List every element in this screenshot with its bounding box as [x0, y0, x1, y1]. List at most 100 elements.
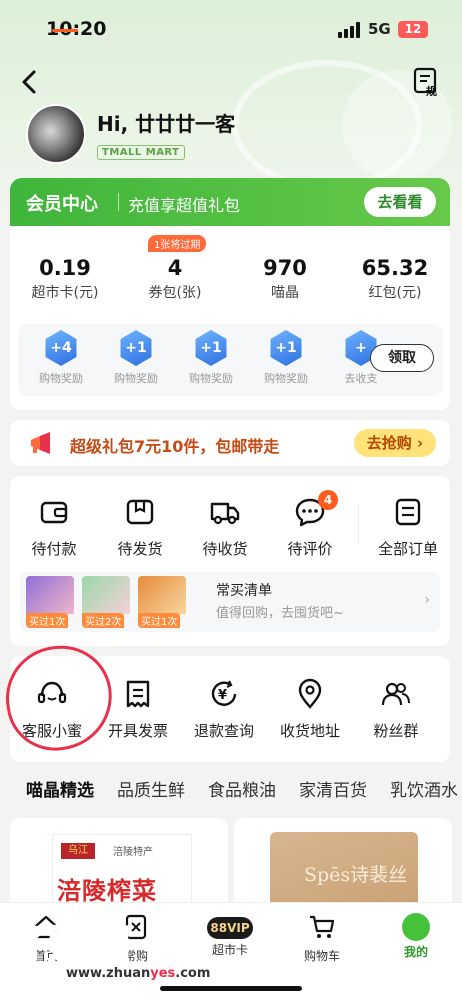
stat-label: 超市卡(元) [31, 285, 99, 301]
reward-hexagon-icon: +1 [120, 330, 152, 366]
back-button[interactable] [18, 68, 42, 96]
frequent-buy-title: 常买清单 [216, 583, 272, 599]
nav-label: 超市卡 [211, 943, 248, 957]
service-customer-support[interactable]: 客服小蜜 [10, 678, 94, 741]
service-label: 开具发票 [107, 722, 168, 740]
grab-deal-button[interactable]: 去抢购 › [354, 429, 436, 457]
invoice-icon [126, 680, 150, 708]
divider [358, 504, 359, 544]
service-label: 收货地址 [279, 722, 340, 740]
product-name: 涪陵榨菜 [57, 877, 157, 905]
watermark-url: www.zhuanyes.com [66, 966, 211, 981]
tab-dairy-drinks[interactable]: 乳饮酒水 [390, 776, 458, 801]
order-pending-payment[interactable]: 待付款 [14, 496, 94, 559]
stat-red-packet[interactable]: 65.32 红包(元) [340, 256, 450, 302]
88vip-badge: 88VIP [207, 917, 253, 939]
tab-fresh[interactable]: 品质生鲜 [117, 776, 185, 801]
group-icon [381, 682, 410, 706]
claim-rewards-button[interactable]: 领取 [370, 344, 434, 372]
service-label: 退款查询 [193, 722, 254, 740]
expiring-coupon-tag: 1张将过期 [148, 235, 207, 252]
avatar[interactable] [26, 104, 86, 164]
stat-value: 65.32 [361, 256, 429, 280]
reward-label: 购物奖励 [264, 372, 308, 385]
cart-icon [310, 915, 335, 938]
product-thumbnail: 买过2次 [82, 576, 130, 628]
divider [118, 193, 119, 211]
megaphone-icon [31, 432, 50, 454]
reward-label: 购物奖励 [114, 372, 158, 385]
reward-item[interactable]: +1 购物奖励 [176, 330, 246, 386]
service-label: 客服小蜜 [21, 722, 82, 740]
assets-card: 1张将过期 0.19 超市卡(元) 4 券包(张) 970 喵晶 65.32 红… [10, 226, 450, 410]
stat-value: 0.19 [39, 256, 91, 280]
product-spec: 涪陵特产 [113, 847, 153, 858]
watermark-logo: 好赚网 [5, 920, 132, 969]
reward-label: 购物奖励 [189, 372, 233, 385]
rules-icon: 规 [413, 67, 437, 98]
frequent-buy-list[interactable]: 买过1次 买过2次 买过1次 常买清单 值得回购，去囤货吧~ › [20, 572, 440, 632]
service-invoice[interactable]: 开具发票 [96, 678, 180, 741]
stat-label: 券包(张) [148, 285, 202, 301]
bought-count: 买过1次 [138, 613, 181, 628]
service-shipping-address[interactable]: 收货地址 [268, 678, 352, 741]
bought-count: 买过2次 [82, 613, 125, 628]
product-brand: 乌江 [61, 843, 95, 859]
stat-coupon-pack[interactable]: 4 券包(张) [120, 256, 230, 302]
order-pending-review[interactable]: 4 待评价 [270, 490, 350, 559]
list-icon [395, 498, 421, 526]
stat-value: 970 [263, 256, 307, 280]
shopping-rewards-row: +4 购物奖励 +1 购物奖励 +1 购物奖励 +1 购物奖励 + 去收支 领取 [18, 324, 442, 396]
svg-text:规: 规 [426, 84, 437, 96]
order-label: 待评价 [287, 540, 333, 558]
nav-label: 我的 [403, 945, 428, 959]
location-icon [298, 678, 322, 709]
member-center-bar[interactable]: 会员中心 充值享超值礼包 去看看 [10, 178, 450, 226]
order-label: 待付款 [31, 540, 77, 558]
reward-hexagon-icon: +4 [45, 330, 77, 366]
reward-hexagon-icon: +1 [270, 330, 302, 366]
reward-item[interactable]: +1 购物奖励 [101, 330, 171, 386]
me-icon [402, 913, 430, 941]
product-thumbnail: 买过1次 [138, 576, 186, 628]
tab-grain-oil[interactable]: 食品粮油 [208, 776, 276, 801]
tmall-mart-badge: TMALL MART [97, 145, 185, 160]
wallet-icon [40, 501, 68, 524]
battery-icon: 12 [398, 21, 428, 38]
view-member-button[interactable]: 去看看 [364, 187, 436, 217]
svg-text:¥: ¥ [218, 688, 227, 703]
product-thumbnail: 买过1次 [26, 576, 74, 628]
service-label: 粉丝群 [373, 722, 419, 740]
nav-me[interactable]: 我的 [376, 913, 456, 960]
order-pending-shipment[interactable]: 待发货 [100, 496, 180, 559]
customer-service-icon [37, 681, 67, 704]
nav-supermarket-card[interactable]: 88VIP 超市卡 [190, 913, 270, 958]
tab-household[interactable]: 家清百货 [299, 776, 367, 801]
rules-button[interactable]: 规 [412, 66, 442, 98]
order-pending-receipt[interactable]: 待收货 [185, 496, 265, 559]
service-refund-query[interactable]: ¥ 退款查询 [182, 678, 266, 741]
service-fan-group[interactable]: 粉丝群 [354, 678, 438, 741]
reward-item[interactable]: +4 购物奖励 [26, 330, 96, 386]
category-tabs: 喵晶精选 品质生鲜 食品粮油 家清百货 乳饮酒水 [0, 776, 462, 806]
stat-miao-crystal[interactable]: 970 喵晶 [230, 256, 340, 302]
member-center-subtitle: 充值享超值礼包 [128, 196, 241, 215]
order-all[interactable]: 全部订单 [368, 496, 448, 559]
order-label: 全部订单 [377, 540, 438, 558]
tab-miao-crystal-picks[interactable]: 喵晶精选 [26, 776, 94, 801]
promo-text: 超级礼包7元10件，包邮带走 [70, 437, 280, 456]
refund-icon: ¥ [211, 680, 237, 706]
home-indicator [160, 986, 302, 991]
stat-label: 红包(元) [368, 285, 422, 301]
unreviewed-count-badge: 4 [318, 490, 338, 510]
member-center-title: 会员中心 [26, 194, 98, 215]
stat-label: 喵晶 [271, 285, 299, 301]
orders-card: 待付款 待发货 待收货 4 待评价 全部订单 买过1次 买过2次 买过1次 常买… [10, 476, 450, 646]
active-tab-indicator [52, 29, 78, 32]
nav-cart[interactable]: 购物车 [282, 913, 362, 964]
nav-label: 购物车 [303, 949, 340, 963]
promo-banner[interactable]: 超级礼包7元10件，包邮带走 去抢购 › [10, 420, 450, 466]
order-label: 待收货 [202, 540, 248, 558]
reward-item[interactable]: +1 购物奖励 [251, 330, 321, 386]
stat-supermarket-card[interactable]: 0.19 超市卡(元) [10, 256, 120, 302]
